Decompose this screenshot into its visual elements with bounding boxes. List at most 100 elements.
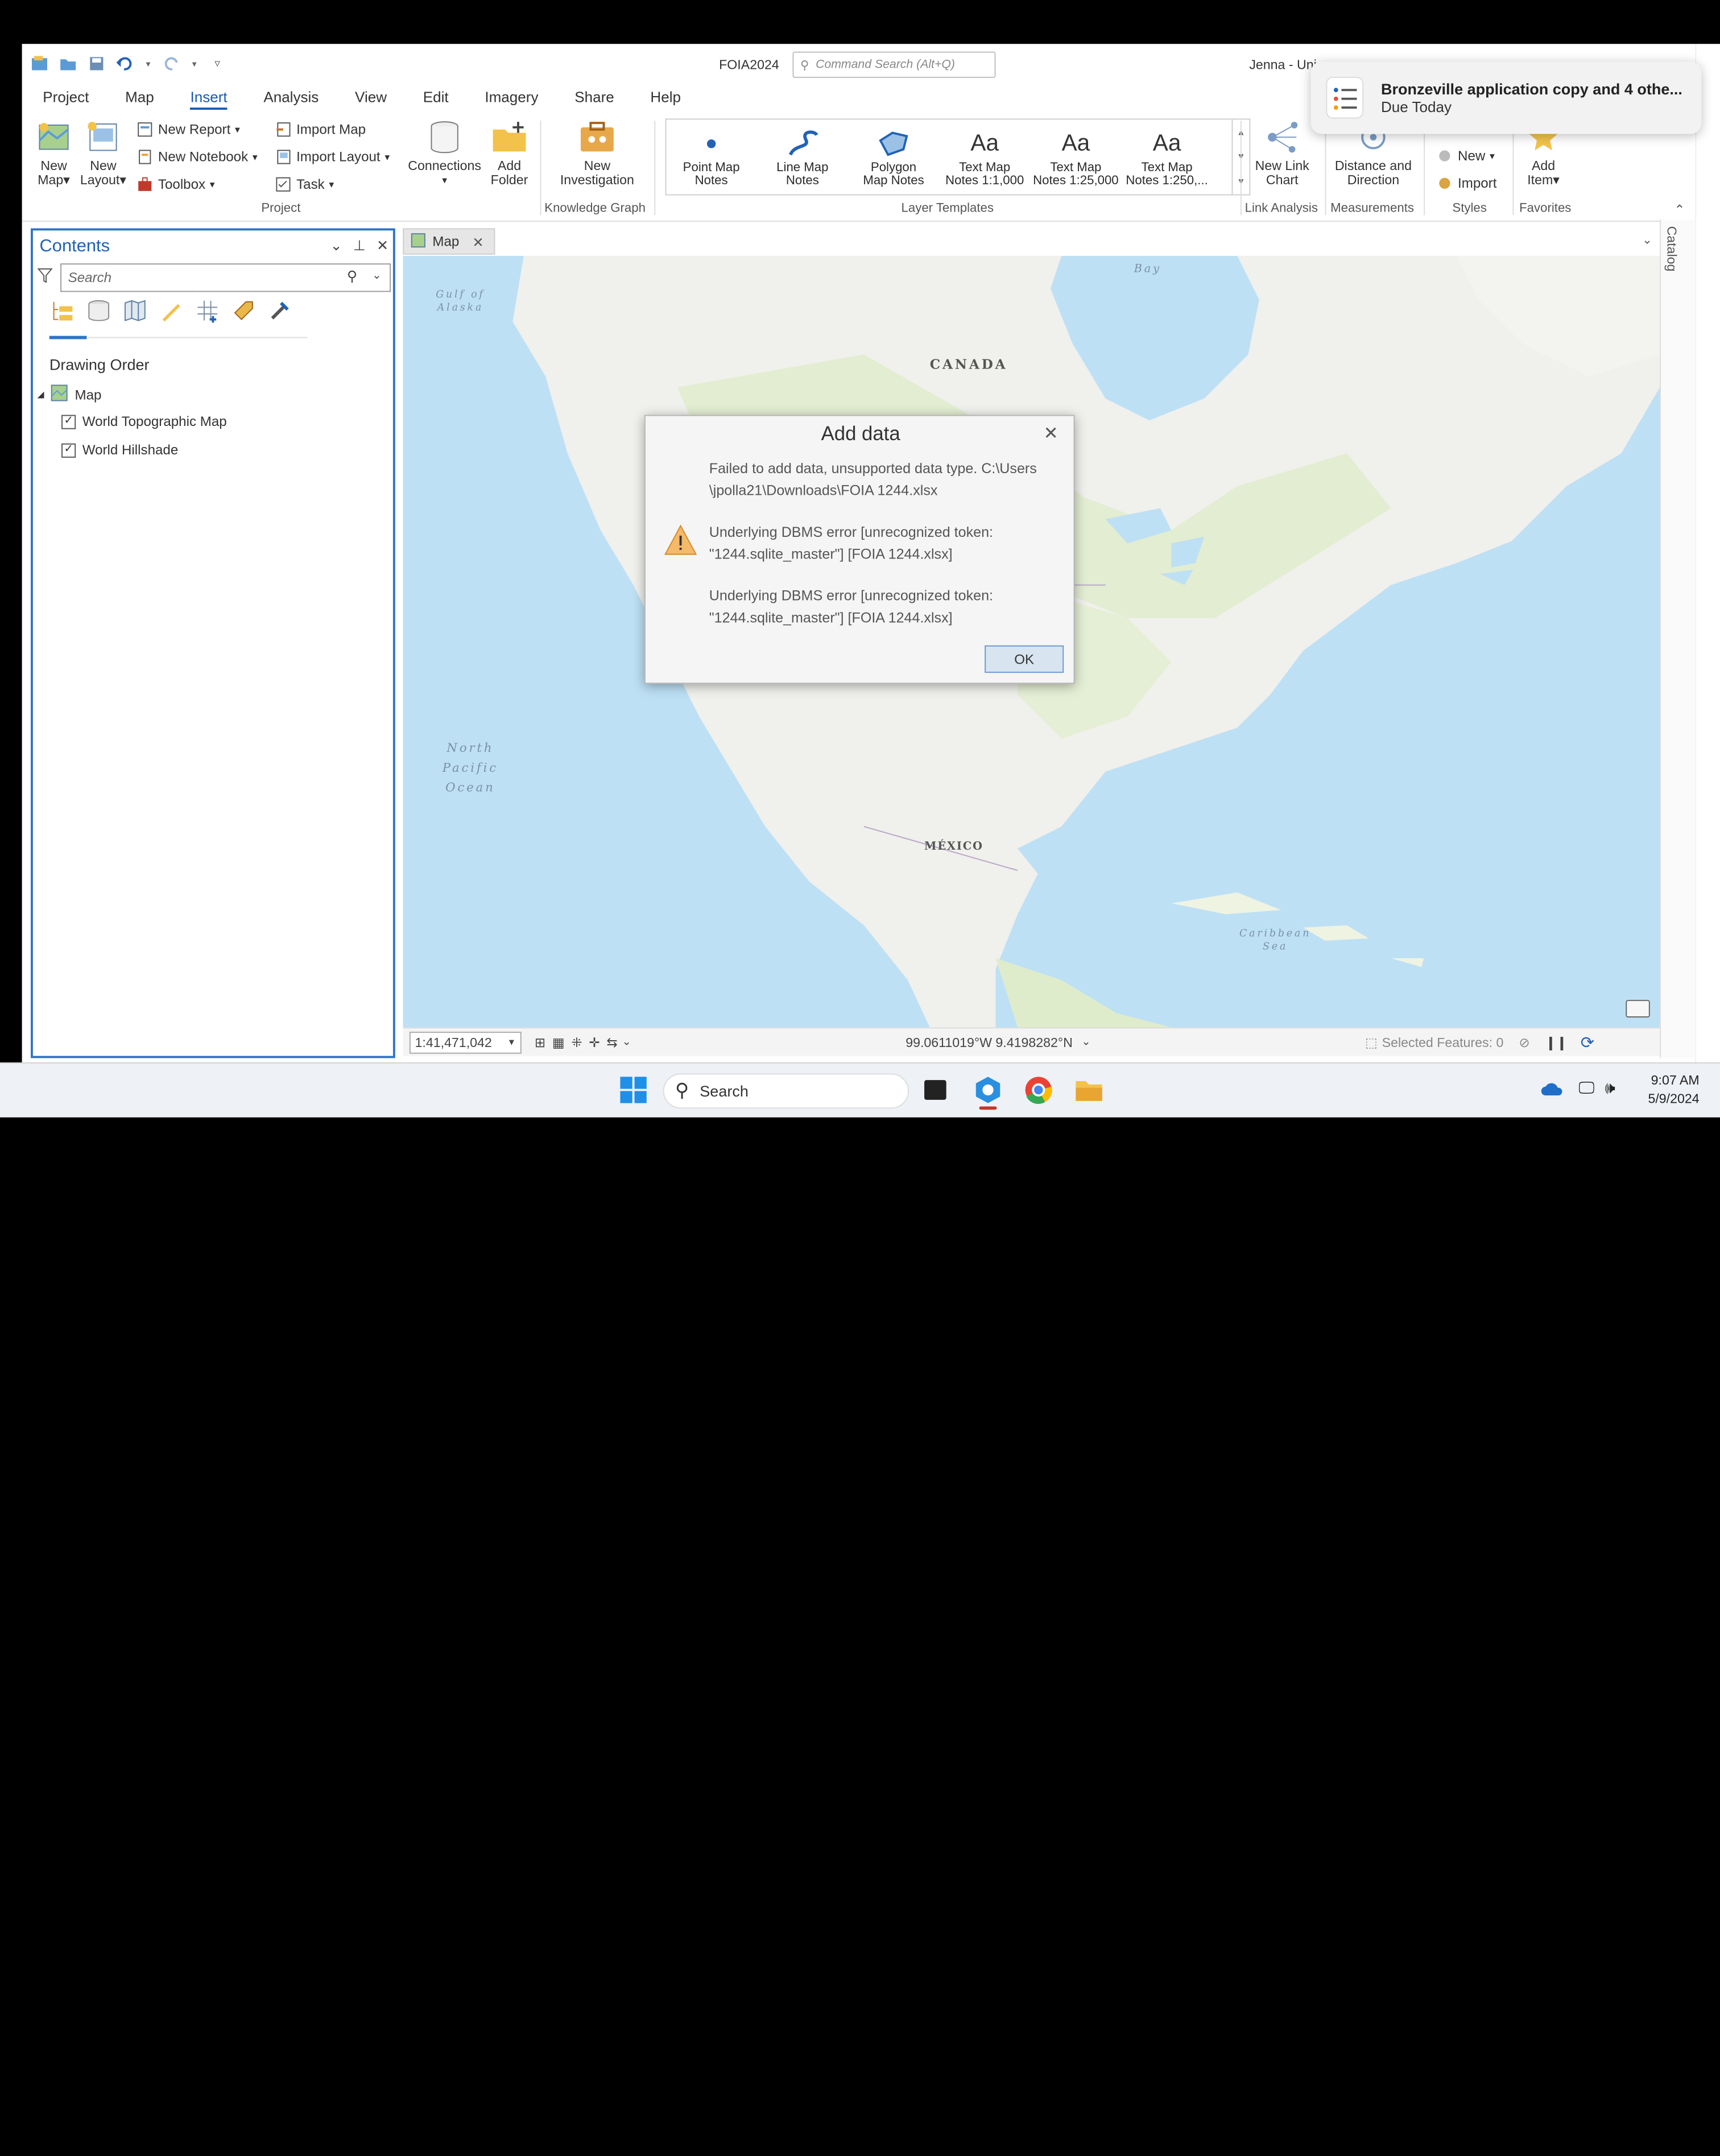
- tab-share[interactable]: Share: [554, 84, 630, 114]
- chevron-down-icon[interactable]: ⌄: [330, 237, 342, 255]
- save-project-icon[interactable]: [86, 53, 108, 75]
- import-map-icon: [275, 121, 292, 138]
- command-search-input[interactable]: ⚲ Command Search (Alt+Q): [792, 51, 996, 78]
- collapse-ribbon-icon[interactable]: ⌃: [1674, 202, 1685, 217]
- new-notebook-button[interactable]: New Notebook ▾: [136, 148, 258, 166]
- new-report-button[interactable]: New Report ▾: [136, 121, 240, 138]
- undo-icon[interactable]: [114, 53, 137, 75]
- redo-dropdown-icon[interactable]: ▾: [189, 53, 200, 75]
- chevron-down-icon[interactable]: ⌄: [1642, 233, 1652, 247]
- layer-row[interactable]: ✓ World Topographic Map: [61, 414, 227, 429]
- editing-icon[interactable]: [159, 299, 183, 322]
- network-icon[interactable]: 🖵: [1578, 1079, 1594, 1098]
- undo-dropdown-icon[interactable]: ▾: [143, 53, 154, 75]
- constraint-icon[interactable]: ✛: [589, 1034, 599, 1050]
- perspective-imagery-icon[interactable]: [268, 299, 292, 322]
- new-layout-button[interactable]: New Layout▾: [79, 118, 127, 188]
- styles-new-button[interactable]: New ▾: [1436, 147, 1495, 165]
- grid-icon[interactable]: ⊞: [535, 1034, 545, 1050]
- text-aa-icon: Aa: [1061, 130, 1090, 156]
- expand-triangle-icon[interactable]: ◢: [38, 390, 44, 399]
- gallery-item-line-map-notes[interactable]: Line Map Notes: [758, 126, 847, 188]
- gallery-item-text-map-notes-250000[interactable]: Aa Text Map Notes 1:250,...: [1122, 126, 1212, 188]
- tree-map-node[interactable]: ◢ Map: [38, 384, 101, 405]
- arcgis-pro-taskbar-icon[interactable]: [974, 1075, 1002, 1104]
- add-folder-button[interactable]: Add Folder: [485, 118, 534, 188]
- task-button[interactable]: Task ▾: [275, 176, 334, 193]
- redo-icon[interactable]: [160, 53, 183, 75]
- tab-project[interactable]: Project: [22, 84, 105, 114]
- notification-toast[interactable]: Bronzeville application copy and 4 othe.…: [1310, 61, 1702, 134]
- taskbar-search[interactable]: ⚲ Search: [663, 1073, 909, 1109]
- contents-search-input[interactable]: Search: [60, 263, 391, 292]
- tab-view[interactable]: View: [334, 84, 402, 114]
- new-map-button[interactable]: New Map▾: [33, 118, 75, 188]
- catalog-tab[interactable]: Catalog: [1664, 226, 1680, 272]
- new-investigation-button[interactable]: New Investigation: [553, 118, 641, 188]
- map-icon: [51, 384, 68, 405]
- map-overview-icon[interactable]: [1626, 1000, 1650, 1018]
- active-app-indicator: [979, 1106, 997, 1110]
- navigate-icon[interactable]: ⇆: [606, 1034, 617, 1050]
- gallery-item-polygon-map-notes[interactable]: Polygon Map Notes: [849, 126, 938, 188]
- toolbar-divider: [88, 337, 308, 338]
- filter-icon[interactable]: [37, 268, 55, 285]
- onedrive-icon[interactable]: [1541, 1080, 1564, 1098]
- selected-features[interactable]: Selected Features: 0: [1382, 1034, 1504, 1050]
- tab-edit[interactable]: Edit: [402, 84, 464, 114]
- user-name[interactable]: Jenna - Uni: [1249, 57, 1316, 72]
- pause-icon[interactable]: ❙❙: [1545, 1034, 1568, 1050]
- styles-import-button[interactable]: Import: [1436, 175, 1496, 192]
- map-view-tab[interactable]: Map ✕: [403, 228, 495, 255]
- chevron-down-icon[interactable]: ⌄: [1081, 1036, 1090, 1048]
- taskbar-clock[interactable]: 9:07 AM 5/9/2024: [1634, 1071, 1699, 1109]
- connections-button[interactable]: Connections ▾: [406, 118, 483, 188]
- snap-icon[interactable]: ⁜: [571, 1034, 582, 1050]
- toolbox-button[interactable]: Toolbox ▾: [136, 176, 215, 193]
- task-view-icon[interactable]: [924, 1080, 946, 1100]
- point-icon: [706, 126, 717, 162]
- selection-icon[interactable]: [123, 299, 147, 322]
- tab-imagery[interactable]: Imagery: [464, 84, 554, 114]
- tab-insert[interactable]: Insert: [169, 84, 243, 114]
- chevron-down-icon[interactable]: ⌄: [622, 1036, 631, 1048]
- drawing-order-icon[interactable]: [51, 299, 75, 322]
- snapping-icon[interactable]: [196, 299, 220, 323]
- contents-toolbar: [51, 299, 292, 323]
- volume-icon[interactable]: 🕪: [1605, 1079, 1615, 1098]
- pin-icon[interactable]: ⊥: [353, 237, 366, 255]
- tab-map[interactable]: Map: [104, 84, 169, 114]
- gallery-item-text-map-notes-1000[interactable]: Aa Text Map Notes 1:1,000: [940, 126, 1029, 188]
- search-icon[interactable]: ⚲: [347, 268, 357, 285]
- coordinate-readout[interactable]: 99.0611019°W 9.4198282°N: [906, 1034, 1073, 1050]
- new-project-icon[interactable]: [28, 53, 51, 75]
- scale-selector[interactable]: 1:41,471,042 ▼: [409, 1031, 522, 1053]
- gallery-item-point-map-notes[interactable]: Point Map Notes: [667, 126, 756, 188]
- layer-row[interactable]: ✓ World Hillshade: [61, 442, 178, 458]
- file-explorer-icon[interactable]: [1074, 1078, 1103, 1102]
- search-icon: ⚲: [800, 59, 809, 72]
- windows-start-icon[interactable]: [619, 1075, 648, 1104]
- chrome-icon[interactable]: [1024, 1075, 1053, 1104]
- tab-analysis[interactable]: Analysis: [243, 84, 334, 114]
- close-icon[interactable]: ✕: [473, 233, 484, 250]
- import-map-button[interactable]: Import Map: [275, 121, 366, 138]
- refresh-icon[interactable]: ⟳: [1581, 1032, 1594, 1052]
- layer-checkbox[interactable]: ✓: [61, 442, 76, 457]
- separator: [1325, 121, 1326, 216]
- close-icon[interactable]: ✕: [377, 237, 388, 255]
- tab-help[interactable]: Help: [630, 84, 696, 114]
- new-link-chart-button[interactable]: New Link Chart: [1247, 118, 1317, 188]
- ok-button[interactable]: OK: [985, 645, 1064, 673]
- data-source-icon[interactable]: [86, 299, 110, 322]
- labeling-icon[interactable]: [231, 299, 255, 322]
- gallery-item-text-map-notes-25000[interactable]: Aa Text Map Notes 1:25,000: [1031, 126, 1121, 188]
- layer-checkbox[interactable]: ✓: [61, 414, 76, 429]
- customize-qat-icon[interactable]: ▿: [206, 53, 229, 75]
- close-icon[interactable]: ✕: [1044, 423, 1059, 445]
- clear-selection-icon[interactable]: ⊘: [1519, 1034, 1529, 1050]
- table-icon[interactable]: ▦: [552, 1034, 565, 1050]
- import-layout-button[interactable]: Import Layout ▾: [275, 148, 390, 166]
- chevron-down-icon[interactable]: ⌄: [372, 270, 381, 282]
- open-project-icon[interactable]: [57, 53, 79, 75]
